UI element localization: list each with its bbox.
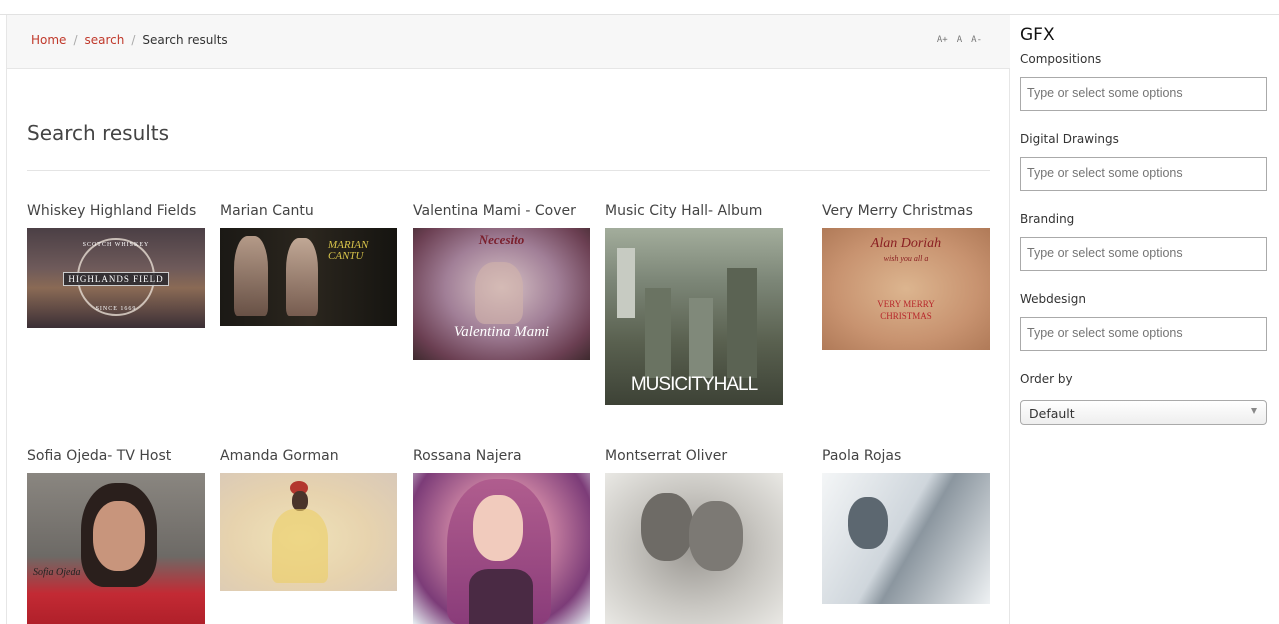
result-card[interactable]: Sofia Ojeda- TV Host Sofia Ojeda [27, 448, 205, 624]
breadcrumb-search-link[interactable]: search [84, 33, 124, 47]
face-shape [848, 497, 888, 549]
result-card[interactable]: Rossana Najera [413, 448, 590, 624]
result-card[interactable]: Paola Rojas [822, 448, 990, 604]
result-thumbnail[interactable]: Sofia Ojeda [27, 473, 205, 624]
thumbnail-text: wish you all a [883, 254, 929, 263]
filter-label-digital-drawings: Digital Drawings [1020, 132, 1119, 146]
result-card[interactable]: Amanda Gorman [220, 448, 397, 591]
divider [27, 170, 990, 171]
dancer-figure [234, 236, 268, 316]
compositions-filter-input[interactable]: Type or select some options [1020, 77, 1267, 111]
result-card[interactable]: Valentina Mami - Cover Necesito Valentin… [413, 203, 590, 360]
filter-label-compositions: Compositions [1020, 52, 1102, 66]
result-thumbnail[interactable] [413, 473, 590, 624]
face-shape [689, 501, 743, 571]
building-shape [645, 288, 671, 378]
hand-shape [475, 262, 523, 324]
webdesign-filter-input[interactable]: Type or select some options [1020, 317, 1267, 351]
filter-label-webdesign: Webdesign [1020, 292, 1086, 306]
result-card[interactable]: Montserrat Oliver [605, 448, 783, 624]
thumbnail-text: SCOTCH WHISKEY [82, 242, 150, 248]
result-title[interactable]: Whiskey Highland Fields [27, 203, 196, 219]
thumbnail-text: SINCE 1669 [95, 306, 137, 312]
thumbnail-text: Sofia Ojeda [33, 567, 81, 578]
order-by-value: Default [1029, 406, 1075, 421]
result-thumbnail[interactable]: MARIAN CANTU [220, 228, 397, 326]
result-card[interactable]: Whiskey Highland Fields SCOTCH WHISKEY H… [27, 203, 205, 328]
thumbnail-text: HIGHLANDS FIELD [63, 272, 169, 286]
sweater-shape [469, 569, 533, 624]
building-shape [689, 298, 713, 378]
font-reset-button[interactable]: A [957, 35, 962, 45]
page-title: Search results [27, 121, 170, 145]
sidebar-title: GFX [1020, 25, 1055, 45]
thumbnail-text: Necesito [478, 232, 525, 247]
result-thumbnail[interactable] [822, 473, 990, 604]
filter-sidebar: GFX Compositions Type or select some opt… [1011, 15, 1279, 624]
top-bar [0, 0, 1279, 15]
breadcrumb-bar: Home / search / Search results A+ A A- [7, 15, 1010, 69]
result-card[interactable]: Music City Hall- Album MUSICITYHALL [605, 203, 783, 405]
building-shape [727, 268, 757, 378]
building-shape [617, 248, 635, 318]
font-decrease-button[interactable]: A- [971, 35, 982, 45]
font-size-controls: A+ A A- [937, 35, 982, 45]
result-card[interactable]: Marian Cantu MARIAN CANTU [220, 203, 397, 326]
breadcrumb-current: Search results [142, 33, 228, 47]
result-thumbnail[interactable]: SCOTCH WHISKEY HIGHLANDS FIELD SINCE 166… [27, 228, 205, 328]
face-shape [292, 491, 308, 511]
font-increase-button[interactable]: A+ [937, 35, 948, 45]
result-thumbnail[interactable] [605, 473, 783, 624]
result-title[interactable]: Paola Rojas [822, 448, 901, 464]
face-shape [473, 495, 523, 561]
face-shape [93, 501, 145, 571]
breadcrumb-separator: / [131, 33, 136, 47]
branding-filter-input[interactable]: Type or select some options [1020, 237, 1267, 271]
thumbnail-text: MUSICITYHALL [630, 374, 758, 395]
result-title[interactable]: Montserrat Oliver [605, 448, 727, 464]
thumbnail-text: Valentina Mami [453, 324, 550, 340]
main-content: Home / search / Search results A+ A A- S… [6, 15, 1010, 624]
breadcrumb-home-link[interactable]: Home [31, 33, 66, 47]
result-title[interactable]: Music City Hall- Album [605, 203, 762, 219]
chevron-down-icon [1251, 408, 1257, 414]
thumbnail-text: Alan Doriah [870, 236, 942, 251]
digital-drawings-filter-input[interactable]: Type or select some options [1020, 157, 1267, 191]
result-title[interactable]: Amanda Gorman [220, 448, 339, 464]
thumbnail-text: MARIAN CANTU [328, 239, 369, 262]
filter-label-branding: Branding [1020, 212, 1075, 226]
result-title[interactable]: Rossana Najera [413, 448, 522, 464]
result-thumbnail[interactable]: Alan Doriah wish you all a VERY MERRY CH… [822, 228, 990, 350]
thumbnail-text: VERY MERRY CHRISTMAS [877, 299, 935, 321]
dancer-figure [286, 238, 318, 316]
order-by-select[interactable]: Default [1020, 400, 1267, 425]
result-title[interactable]: Valentina Mami - Cover [413, 203, 576, 219]
face-shape [641, 493, 693, 561]
result-thumbnail[interactable]: MUSICITYHALL [605, 228, 783, 405]
coat-shape [272, 509, 328, 583]
breadcrumb-separator: / [73, 33, 78, 47]
breadcrumb: Home / search / Search results [31, 33, 228, 47]
result-title[interactable]: Very Merry Christmas [822, 203, 973, 219]
result-title[interactable]: Sofia Ojeda- TV Host [27, 448, 171, 464]
result-thumbnail[interactable]: Necesito Valentina Mami [413, 228, 590, 360]
result-thumbnail[interactable] [220, 473, 397, 591]
result-card[interactable]: Very Merry Christmas Alan Doriah wish yo… [822, 203, 990, 350]
order-by-label: Order by [1020, 372, 1073, 386]
result-title[interactable]: Marian Cantu [220, 203, 314, 219]
